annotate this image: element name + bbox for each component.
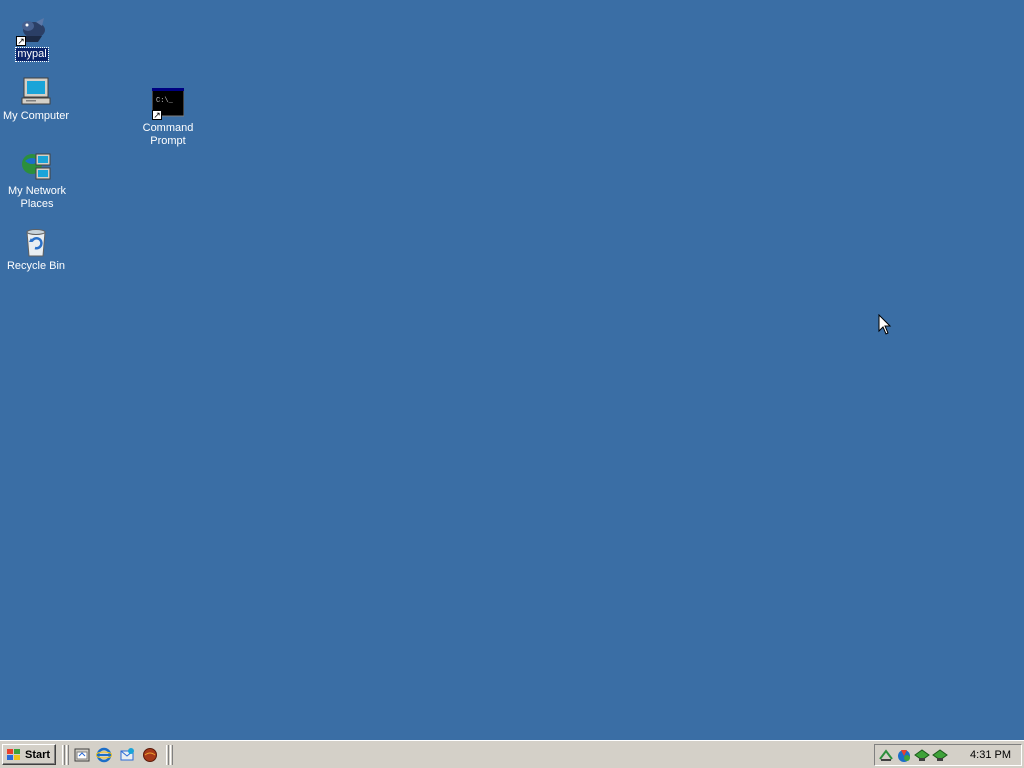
network-connection-2-icon[interactable] [932, 747, 948, 763]
internet-explorer-icon[interactable] [96, 747, 112, 763]
network-connection-1-icon[interactable] [914, 747, 930, 763]
recycle-bin-icon [20, 226, 52, 258]
start-label: Start [25, 748, 51, 761]
taskbar: Start 4:31 PM [0, 740, 1024, 768]
desktop[interactable]: ↗ mypal My Computer My Network Places Re… [0, 0, 1024, 740]
desktop-icon-mypal[interactable]: ↗ mypal [0, 14, 70, 62]
taskbar-grip[interactable] [170, 745, 173, 765]
desktop-icon-command-prompt[interactable]: C:\_ ↗ Command Prompt [130, 88, 206, 148]
desktop-icon-label: My Computer [2, 110, 70, 122]
taskbar-grip[interactable] [166, 745, 169, 765]
windows-logo-icon [7, 748, 20, 760]
mypal-icon: ↗ [16, 14, 48, 46]
network-tray-icon[interactable] [878, 747, 894, 763]
desktop-icon-label: My Network Places [7, 185, 67, 210]
mouse-cursor-icon [878, 313, 892, 339]
system-tray: 4:31 PM [874, 744, 1022, 766]
command-prompt-screen-text: C:\_ [156, 97, 174, 105]
start-button[interactable]: Start [2, 744, 56, 765]
desktop-icon-label: mypal [15, 47, 49, 62]
taskbar-grip[interactable] [66, 745, 69, 765]
command-prompt-icon: C:\_ ↗ [152, 88, 184, 120]
taskbar-clock[interactable]: 4:31 PM [970, 749, 1011, 761]
desktop-icon-label: Recycle Bin [6, 260, 66, 272]
tray-app-icon[interactable] [896, 747, 912, 763]
network-places-icon [21, 151, 53, 183]
desktop-icon-my-network-places[interactable]: My Network Places [0, 151, 75, 211]
desktop-icon-label: Command Prompt [142, 122, 194, 147]
desktop-icon-my-computer[interactable]: My Computer [0, 76, 74, 123]
browser-icon[interactable] [142, 747, 158, 763]
shortcut-arrow-icon: ↗ [152, 110, 162, 120]
taskbar-grip[interactable] [62, 745, 65, 765]
shortcut-arrow-icon: ↗ [16, 36, 26, 46]
outlook-express-icon[interactable] [119, 747, 135, 763]
show-desktop-icon[interactable] [74, 747, 90, 763]
desktop-icon-recycle-bin[interactable]: Recycle Bin [0, 226, 74, 273]
my-computer-icon [20, 76, 52, 108]
